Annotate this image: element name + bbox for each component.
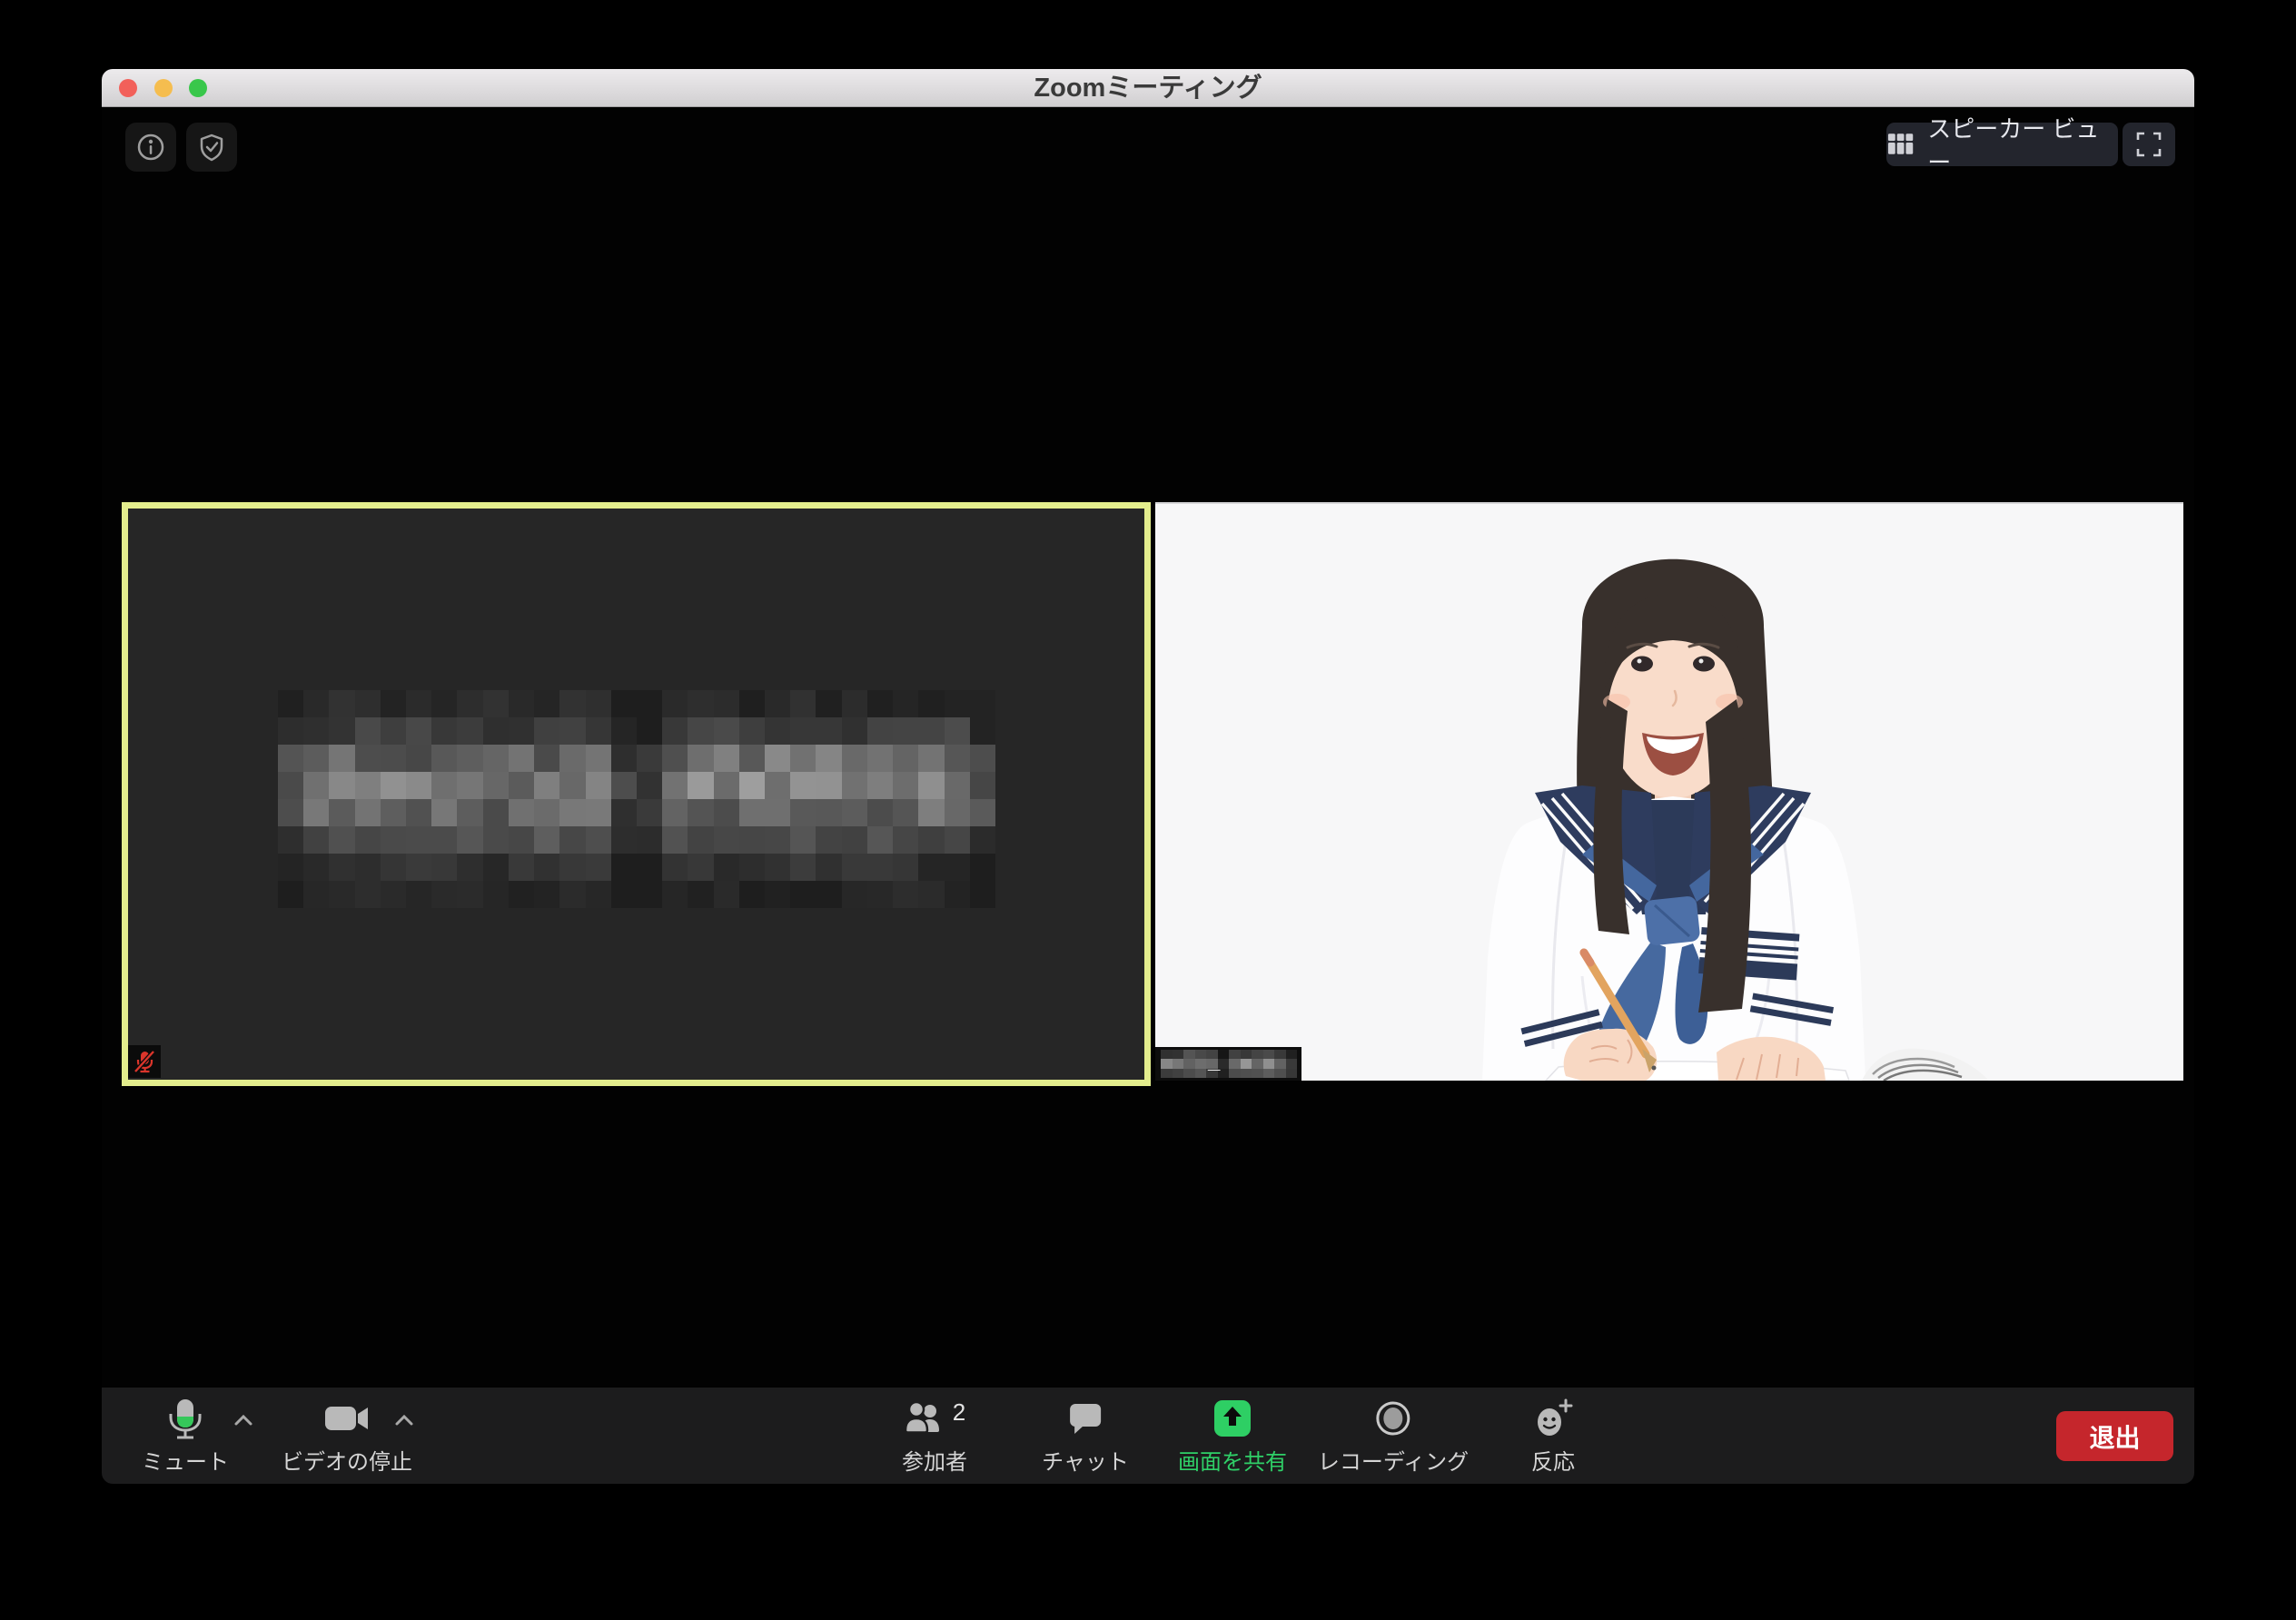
name-underscore-char: _ [1208,1049,1220,1074]
fullscreen-icon [2133,129,2164,160]
meeting-toolbar: ミュート ビデオの停止 [102,1388,2194,1484]
security-button[interactable] [186,123,237,172]
gallery-grid-icon [1886,131,1915,158]
video-options-chevron[interactable] [393,1413,415,1432]
muted-indicator [128,1045,161,1078]
chat-icon [1066,1399,1104,1437]
meeting-info-button[interactable] [125,123,176,172]
reactions-icon [1531,1397,1575,1440]
participants-button[interactable]: 2 参加者 [902,1397,967,1476]
participants-icon [904,1399,945,1437]
chevron-up-icon [393,1413,415,1427]
share-screen-icon [1212,1398,1252,1438]
mute-label: ミュート [142,1444,229,1476]
record-icon [1373,1398,1413,1438]
mic-icon [160,1397,211,1440]
chat-label: チャット [1042,1444,1129,1476]
participants-count: 2 [953,1398,965,1427]
active-speaker-tile[interactable] [122,502,1151,1086]
record-label: レコーディング [1318,1444,1469,1476]
censored-name-mosaic [278,690,995,908]
leave-label: 退出 [2089,1418,2140,1455]
share-screen-label: 画面を共有 [1178,1444,1287,1476]
desktop: Zoomミーティング スピーカー ビュー [0,0,2296,1620]
speaker-view-button[interactable]: スピーカー ビュー [1886,123,2118,166]
window-title: Zoomミーティング [102,69,2194,107]
censored-name-mosaic-small [1161,1050,1297,1078]
video-camera-icon [322,1400,371,1437]
reactions-label: 反応 [1531,1444,1575,1476]
mute-button[interactable]: ミュート [142,1397,229,1476]
participants-label: 参加者 [902,1444,967,1476]
muted-mic-icon [132,1049,157,1074]
titlebar: Zoomミーティング [102,69,2194,107]
record-button[interactable]: レコーディング [1318,1397,1469,1476]
stop-video-button[interactable]: ビデオの停止 [282,1397,412,1476]
fullscreen-button[interactable] [2123,123,2175,166]
chevron-up-icon [233,1413,254,1427]
zoom-meeting-window: Zoomミーティング スピーカー ビュー [102,69,2194,1484]
share-screen-button[interactable]: 画面を共有 [1178,1397,1287,1476]
stop-video-label: ビデオの停止 [282,1444,412,1476]
remote-participant-video [1155,504,2183,1081]
mute-options-chevron[interactable] [233,1413,254,1432]
reactions-button[interactable]: 反応 [1531,1397,1575,1476]
speaker-view-label: スピーカー ビュー [1927,111,2118,178]
leave-button[interactable]: 退出 [2056,1411,2173,1461]
remote-name-label: _ [1155,1047,1301,1081]
chat-button[interactable]: チャット [1042,1397,1129,1476]
info-icon [135,132,166,163]
shield-check-icon [196,132,227,163]
remote-participant-tile[interactable]: _ [1155,502,2183,1081]
